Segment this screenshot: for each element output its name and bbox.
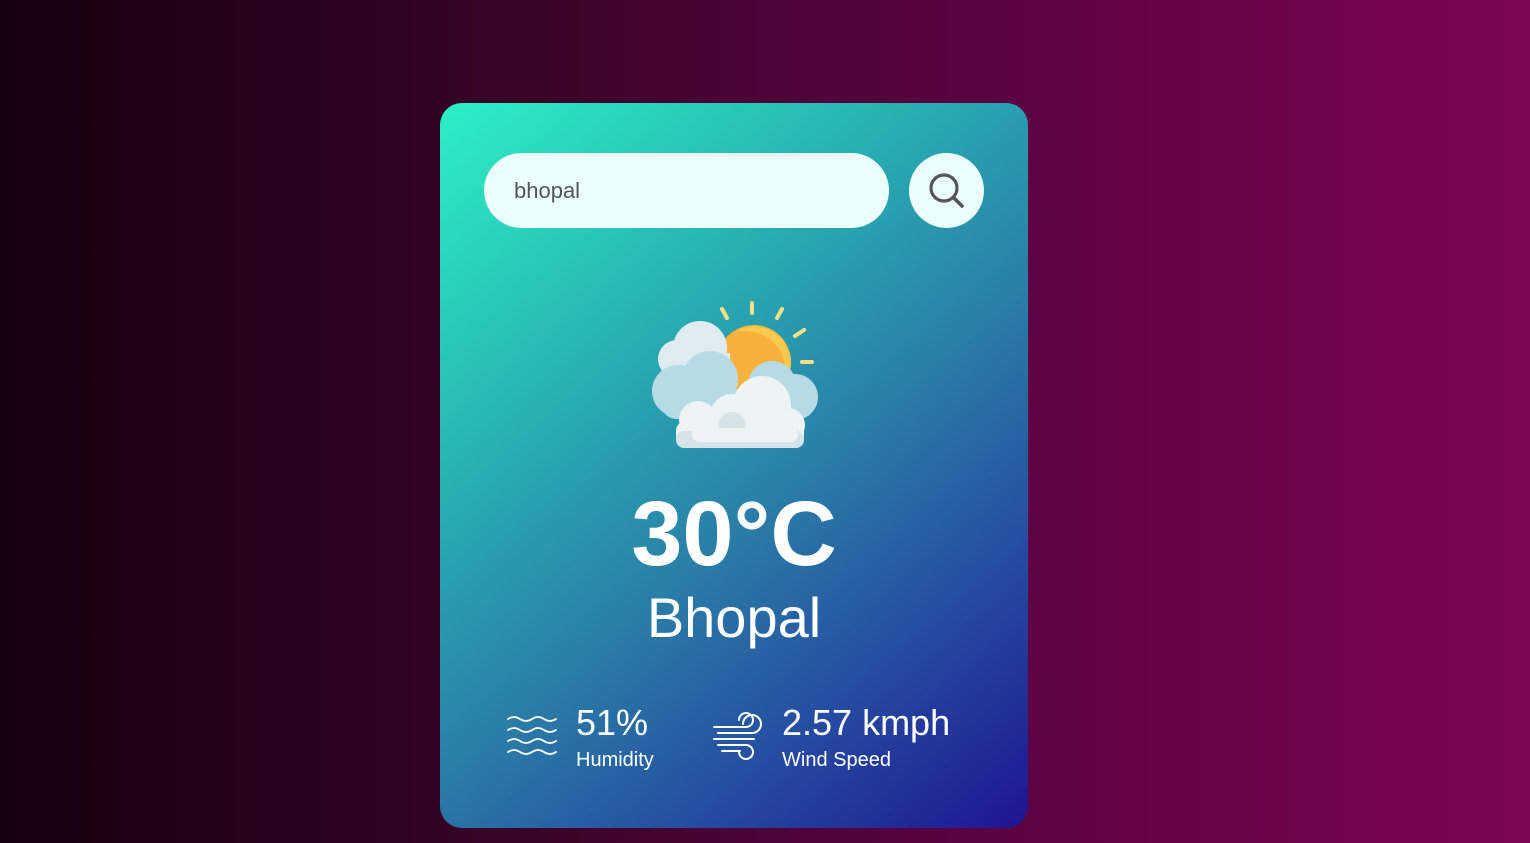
- wind-icon: [713, 712, 762, 761]
- humidity-icon: [507, 716, 557, 756]
- weather-card: 30°C Bhopal 51% Humidity: [440, 103, 1028, 828]
- wind-stat: 2.57 kmph Wind Speed: [712, 703, 950, 772]
- humidity-value: 51%: [576, 702, 649, 743]
- weather-details: 51% Humidity 2.57 kmph Wind Speed: [440, 703, 1028, 783]
- wind-speed-label: Wind Speed: [782, 748, 891, 771]
- partly-cloudy-icon: [652, 301, 818, 448]
- wind-speed-value: 2.57 kmph: [782, 702, 951, 743]
- temperature: 30°C: [631, 483, 837, 585]
- city-name: Bhopal: [646, 586, 822, 649]
- search-icon: [928, 172, 964, 208]
- search-button[interactable]: [909, 153, 984, 228]
- search-input[interactable]: [484, 153, 889, 228]
- humidity-label: Humidity: [576, 748, 654, 771]
- humidity-stat: 51% Humidity: [506, 703, 654, 772]
